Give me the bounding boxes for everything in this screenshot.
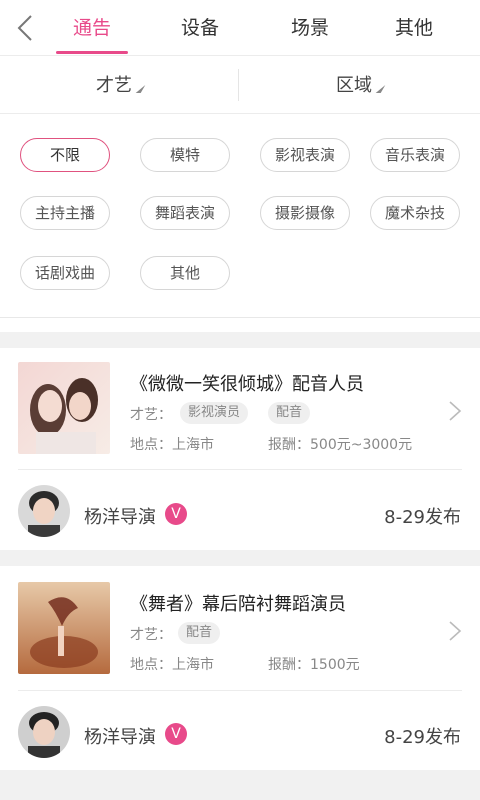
job-pay: 报酬：1500元 <box>268 657 360 673</box>
job-pay: 报酬：500元~3000元 <box>268 437 413 453</box>
publish-date: 8-29发布 <box>384 727 461 748</box>
chip-photography[interactable]: 摄影摄像 <box>260 196 350 230</box>
skill-tag: 配音 <box>268 402 311 424</box>
skills-label: 才艺： <box>130 627 172 643</box>
card-divider <box>18 690 462 691</box>
job-location: 地点：上海市 <box>130 437 214 453</box>
chip-drama[interactable]: 话剧戏曲 <box>20 256 110 290</box>
chevron-right-icon[interactable] <box>448 620 462 642</box>
job-card[interactable]: 《舞者》幕后陪衬舞蹈演员 才艺： 配音 地点：上海市 报酬：1500元 杨洋导演… <box>0 566 480 770</box>
tab-equipment[interactable]: 设备 <box>164 0 236 56</box>
chip-unlimited[interactable]: 不限 <box>20 138 110 172</box>
region-filter-label: 区域 <box>336 75 372 96</box>
back-chevron-icon[interactable] <box>14 14 38 42</box>
caret-icon <box>375 85 386 93</box>
section-gap <box>0 770 480 800</box>
job-card[interactable]: 《微微一笑很倾城》配音人员 才艺： 影视演员 配音 地点：上海市 报酬：500元… <box>0 348 480 550</box>
skill-tag: 影视演员 <box>180 402 249 424</box>
avatar[interactable] <box>18 706 70 758</box>
talent-filter-label: 才艺 <box>96 75 132 96</box>
job-thumbnail <box>18 362 110 454</box>
job-title: 《舞者》幕后陪衬舞蹈演员 <box>130 594 346 615</box>
chip-music[interactable]: 音乐表演 <box>370 138 460 172</box>
poster-name: 杨洋导演 <box>84 507 156 528</box>
job-title: 《微微一笑很倾城》配音人员 <box>130 374 364 395</box>
skills-label: 才艺： <box>130 407 172 423</box>
chevron-right-icon[interactable] <box>448 400 462 422</box>
caret-icon <box>135 85 146 93</box>
filter-bar: 才艺 区域 <box>0 57 480 114</box>
tab-other[interactable]: 其他 <box>378 0 450 56</box>
publish-date: 8-29发布 <box>384 507 461 528</box>
chip-film-acting[interactable]: 影视表演 <box>260 138 350 172</box>
card-divider <box>18 469 462 470</box>
verified-v-icon: V <box>165 503 187 525</box>
job-thumbnail <box>18 582 110 674</box>
chip-host[interactable]: 主持主播 <box>20 196 110 230</box>
tab-announcements[interactable]: 通告 <box>56 0 128 56</box>
category-chips: 不限 模特 影视表演 音乐表演 主持主播 舞蹈表演 摄影摄像 魔术杂技 话剧戏曲… <box>0 114 480 318</box>
section-gap <box>0 332 480 348</box>
region-filter[interactable]: 区域 <box>240 57 479 114</box>
chip-magic[interactable]: 魔术杂技 <box>370 196 460 230</box>
filter-divider <box>238 69 239 101</box>
tab-scenes[interactable]: 场景 <box>274 0 346 56</box>
talent-filter[interactable]: 才艺 <box>0 57 239 114</box>
chip-model[interactable]: 模特 <box>140 138 230 172</box>
avatar[interactable] <box>18 485 70 537</box>
section-gap <box>0 550 480 566</box>
verified-v-icon: V <box>165 723 187 745</box>
skill-tag: 配音 <box>178 622 221 644</box>
poster-name: 杨洋导演 <box>84 727 156 748</box>
chip-dance[interactable]: 舞蹈表演 <box>140 196 230 230</box>
active-tab-indicator <box>56 51 128 54</box>
top-tab-bar: 通告 设备 场景 其他 <box>0 0 480 56</box>
job-location: 地点：上海市 <box>130 657 214 673</box>
chip-other[interactable]: 其他 <box>140 256 230 290</box>
